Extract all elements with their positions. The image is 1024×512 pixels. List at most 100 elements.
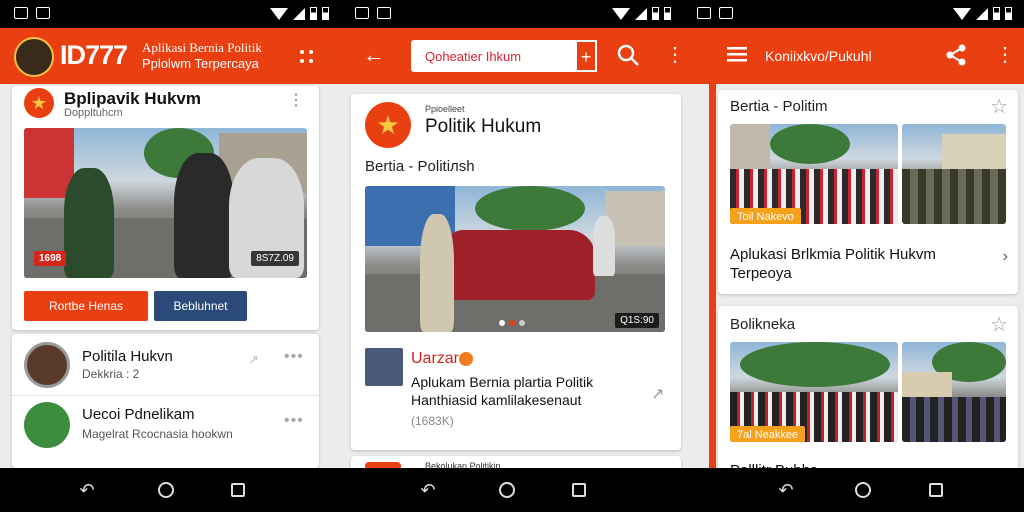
section-title: Bertia - Politim xyxy=(730,98,828,115)
section-card-2: Bolikneka ☆ 7al Neakkee Palllitr Bubbs xyxy=(718,306,1018,479)
signal-icon xyxy=(976,7,988,20)
status-bar xyxy=(0,0,341,28)
primary-button[interactable]: Rortbe Henas xyxy=(24,291,148,321)
brand-tagline-1: Aplikasi Bernia Politik xyxy=(142,40,262,55)
status-bar xyxy=(683,0,1024,28)
cast-icon xyxy=(719,7,733,19)
avatar xyxy=(24,342,70,388)
back-icon[interactable]: ↶ xyxy=(776,480,796,500)
nav-bar: ↶ xyxy=(341,468,683,512)
list-item-title: Uecoi Pdnelikam xyxy=(82,406,195,423)
search-input[interactable]: Qoheatier Ihkum xyxy=(425,49,521,64)
share-icon[interactable] xyxy=(945,44,967,66)
brand-name: ID777 xyxy=(60,40,128,70)
wifi-icon xyxy=(953,7,971,20)
card-title: Politik Hukum xyxy=(425,116,542,137)
share-icon[interactable]: ↗ xyxy=(248,352,259,368)
search-icon[interactable] xyxy=(616,43,640,67)
wifi-icon xyxy=(612,7,630,20)
section-image-1b[interactable] xyxy=(902,124,1006,224)
more-icon[interactable]: ⋮ xyxy=(288,90,305,110)
screen-category: Koniixkvo/Pukuhl ⋮ Bertia - Politim ☆ To… xyxy=(683,0,1024,512)
battery-icon xyxy=(993,7,1000,20)
favorite-star-icon[interactable]: ☆ xyxy=(990,312,1008,337)
cast-icon xyxy=(377,7,391,19)
image-badge: Q1S:90 xyxy=(615,313,659,328)
more-icon[interactable]: ⋮ xyxy=(665,42,683,67)
list-item-sub: Dekkria : 2 xyxy=(82,367,140,381)
live-dot-icon xyxy=(459,352,473,366)
screen-search: ← Qoheatier Ihkum + ⋮ ★ Ppioelleet Polit… xyxy=(341,0,683,512)
image-badge-right: 8S7Z.09 xyxy=(251,251,299,266)
image-badge-left: 1698 xyxy=(34,251,67,266)
more-icon[interactable]: ••• xyxy=(284,348,304,366)
search-field[interactable]: Qoheatier Ihkum + xyxy=(411,40,597,72)
section-badge: Toil Nakevo xyxy=(730,208,801,224)
list-item[interactable]: Uecoi Pdnelikam Magelrat Rcocnasia hookw… xyxy=(12,396,319,458)
more-icon[interactable]: ⋮ xyxy=(995,42,1015,67)
signal-icon xyxy=(293,7,305,20)
battery-icon xyxy=(322,7,329,20)
car xyxy=(445,230,595,300)
card-subtitle: Doppltuhcm xyxy=(64,107,123,119)
star-logo-icon: ★ xyxy=(365,102,411,148)
star-logo-icon: ★ xyxy=(24,88,54,118)
recent-apps-icon[interactable] xyxy=(926,480,946,500)
avatar xyxy=(365,348,403,386)
list-item[interactable]: Politila Hukvn Dekkria : 2 ↗ ••• xyxy=(12,334,319,396)
menu-icon[interactable] xyxy=(298,48,316,64)
section-item-title-1: Aplukasi Brlkmia Politik Hukvm xyxy=(730,246,936,263)
main-card: ★ Ppioelleet Politik Hukum Bertia - Poli… xyxy=(351,94,681,450)
recent-apps-icon[interactable] xyxy=(569,480,589,500)
status-bar xyxy=(341,0,683,28)
section-item-title-2: Terpeoya xyxy=(730,265,792,282)
share-icon[interactable]: ↗ xyxy=(651,384,664,404)
recent-apps-icon[interactable] xyxy=(228,480,248,500)
home-icon[interactable] xyxy=(156,480,176,500)
home-icon[interactable] xyxy=(853,480,873,500)
battery-icon xyxy=(652,7,659,20)
main-image[interactable]: Q1S:90 xyxy=(365,186,665,332)
cast-icon xyxy=(36,7,50,19)
more-icon[interactable]: ••• xyxy=(284,412,304,430)
list-title-2: Hanthiasid kamlilakesenaut xyxy=(411,392,582,408)
battery-icon xyxy=(664,7,671,20)
app-bar: ID777 Aplikasi Bernia Politik Pplolwm Te… xyxy=(0,28,341,84)
featured-image[interactable]: 1698 8S7Z.09 xyxy=(24,128,307,278)
back-icon[interactable]: ↶ xyxy=(418,480,438,500)
app-bar: Koniixkvo/Pukuhl ⋮ xyxy=(683,28,1024,84)
avatar xyxy=(24,402,70,448)
side-accent xyxy=(709,84,716,468)
app-bar-title: Koniixkvo/Pukuhl xyxy=(765,48,872,64)
home-icon[interactable] xyxy=(497,480,517,500)
card-title: Bplipavik Hukvm xyxy=(64,89,201,108)
add-icon[interactable]: + xyxy=(575,40,597,72)
wifi-icon xyxy=(270,7,288,20)
hamburger-icon[interactable] xyxy=(727,46,747,62)
list-item-sub: Magelrat Rcocnasia hookwn xyxy=(82,427,233,441)
back-arrow-icon[interactable]: ← xyxy=(363,42,385,68)
section-image-1a[interactable]: Toil Nakevo xyxy=(730,124,898,224)
chevron-right-icon[interactable]: › xyxy=(1003,248,1008,266)
screen-home: ID777 Aplikasi Bernia Politik Pplolwm Te… xyxy=(0,0,341,512)
secondary-button[interactable]: Bebluhnet xyxy=(154,291,247,321)
back-icon[interactable]: ↶ xyxy=(77,480,97,500)
featured-card: ★ Bplipavik Hukvm Doppltuhcm ⋮ 1698 8S7Z… xyxy=(12,86,319,330)
favorite-star-icon[interactable]: ☆ xyxy=(990,94,1008,119)
section-badge: 7al Neakkee xyxy=(730,426,806,442)
list-card: Politila Hukvn Dekkria : 2 ↗ ••• Uecoi P… xyxy=(12,334,319,468)
section-image-2a[interactable]: 7al Neakkee xyxy=(730,342,898,442)
brand-tagline-2: Pplolwm Terpercaya xyxy=(142,56,259,71)
nav-bar: ↶ xyxy=(683,468,1024,512)
author-name: Uarzar xyxy=(411,350,460,367)
section-card-1: Bertia - Politim ☆ Toil Nakevo Aplukasi … xyxy=(718,90,1018,294)
section-image-2b[interactable] xyxy=(902,342,1006,442)
image-icon xyxy=(697,7,711,19)
battery-icon xyxy=(1005,7,1012,20)
list-item-title: Politila Hukvn xyxy=(82,348,173,365)
list-title-1: Aplukam Bernia plartia Politik xyxy=(411,374,594,390)
list-item[interactable]: Uarzar Aplukam Bernia plartia Politik Ha… xyxy=(351,344,681,430)
app-logo[interactable] xyxy=(14,37,54,77)
list-meta: (1683K) xyxy=(411,414,454,428)
image-icon xyxy=(14,7,28,19)
